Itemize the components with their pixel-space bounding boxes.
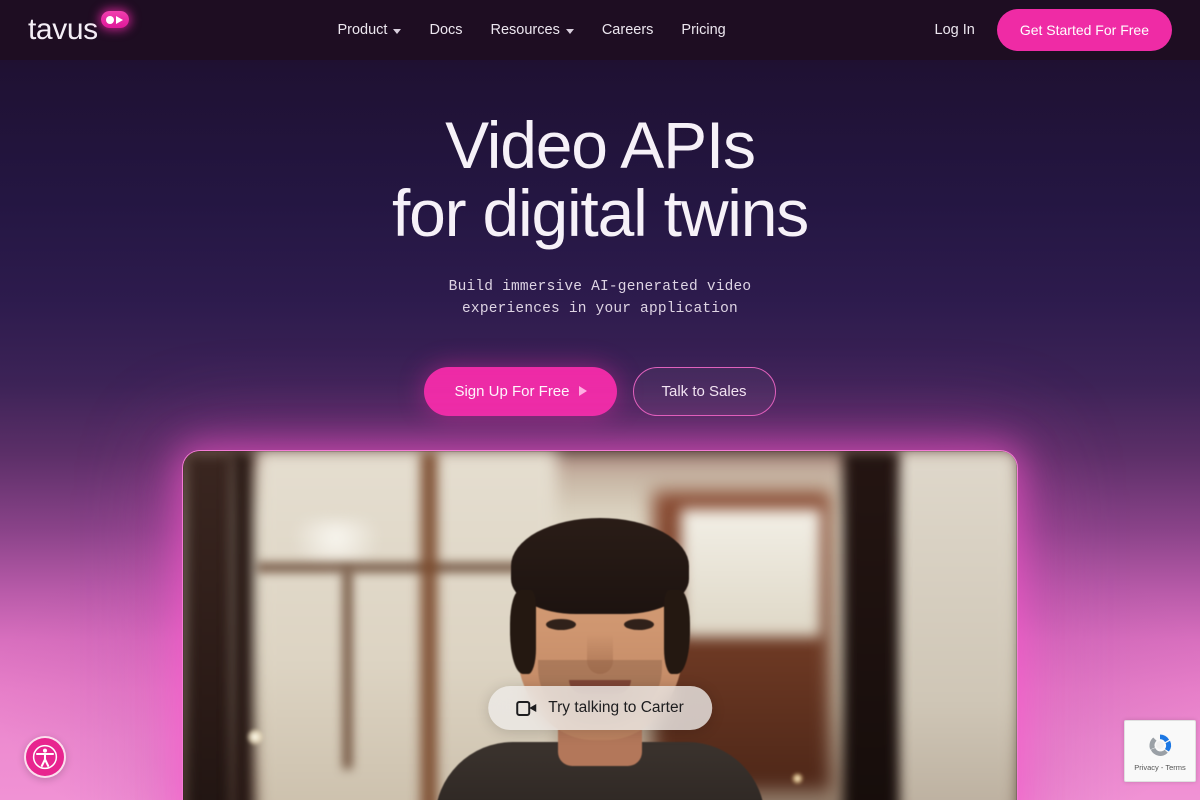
subheading-line-1: Build immersive AI-generated video [448, 278, 752, 295]
recaptcha-icon [1149, 734, 1172, 756]
camera-lens [529, 703, 537, 712]
presenter-hair-left [510, 590, 536, 674]
try-talking-label: Try talking to Carter [548, 699, 684, 716]
presenter-avatar [420, 510, 780, 800]
hero-subheading: Build immersive AI-generated video exper… [0, 276, 1200, 321]
subheading-line-2: experiences in your application [462, 301, 738, 318]
camera-body [516, 700, 531, 716]
play-icon [578, 386, 587, 397]
try-talking-button[interactable]: Try talking to Carter [488, 686, 712, 730]
far-wall-right [895, 451, 1017, 800]
badge-play-triangle [116, 15, 124, 24]
nav-item-product[interactable]: Product [337, 22, 402, 38]
nav-label-resources: Resources [490, 22, 560, 38]
bokeh-light [247, 729, 263, 745]
talk-to-sales-button[interactable]: Talk to Sales [632, 366, 776, 416]
logo-text: tavus [28, 13, 98, 46]
nav-item-docs[interactable]: Docs [429, 22, 462, 38]
bokeh-light-secondary [792, 773, 803, 784]
presenter-hair-right [664, 590, 690, 674]
presenter-nose [587, 634, 613, 674]
badge-dot [106, 15, 115, 24]
chevron-down-icon [393, 28, 402, 34]
chevron-down-icon [565, 28, 574, 34]
logo[interactable]: tavus [28, 11, 129, 46]
get-started-button[interactable]: Get Started For Free [996, 9, 1172, 51]
recaptcha-privacy-terms: Privacy - Terms [1134, 763, 1186, 772]
accessibility-widget-button[interactable] [24, 736, 66, 778]
hero-section: Video APIs for digital twins Build immer… [0, 60, 1200, 416]
nav-label-product: Product [337, 22, 388, 38]
door-trim-vertical [343, 569, 352, 769]
video-camera-icon [516, 700, 537, 716]
nav-label-pricing: Pricing [681, 22, 726, 38]
headline-line-2: for digital twins [391, 175, 809, 250]
video-frame [183, 451, 1017, 800]
header-actions: Log In Get Started For Free [935, 9, 1172, 51]
main-navigation: Product Docs Resources Careers Pricing [337, 22, 725, 38]
login-link[interactable]: Log In [935, 22, 975, 38]
site-header: tavus Product Docs Resources Careers Pri… [0, 0, 1200, 60]
page-background: tavus Product Docs Resources Careers Pri… [0, 0, 1200, 800]
hero-cta-row: Sign Up For Free Talk to Sales [0, 366, 1200, 416]
nav-item-pricing[interactable]: Pricing [681, 22, 725, 38]
sign-up-for-free-button[interactable]: Sign Up For Free [424, 366, 617, 416]
hero-video-player[interactable]: Try talking to Carter [182, 450, 1018, 800]
nav-item-careers[interactable]: Careers [602, 22, 654, 38]
recaptcha-badge[interactable]: Privacy - Terms [1124, 720, 1196, 782]
presenter-hair [511, 518, 689, 614]
door-frame-left [231, 451, 253, 800]
brick-wall-left [183, 451, 235, 800]
presenter-eye-left [546, 619, 576, 630]
headline-line-1: Video APIs [445, 108, 756, 182]
presenter-eye-right [624, 619, 654, 630]
door-frame-right [843, 451, 899, 800]
page-title: Video APIs for digital twins [0, 111, 1200, 250]
nav-label-careers: Careers [601, 22, 654, 38]
accessibility-icon [32, 744, 58, 770]
nav-item-resources[interactable]: Resources [491, 22, 574, 38]
sign-up-label: Sign Up For Free [454, 382, 570, 400]
nav-label-docs: Docs [429, 22, 463, 38]
play-badge-icon [100, 11, 129, 28]
